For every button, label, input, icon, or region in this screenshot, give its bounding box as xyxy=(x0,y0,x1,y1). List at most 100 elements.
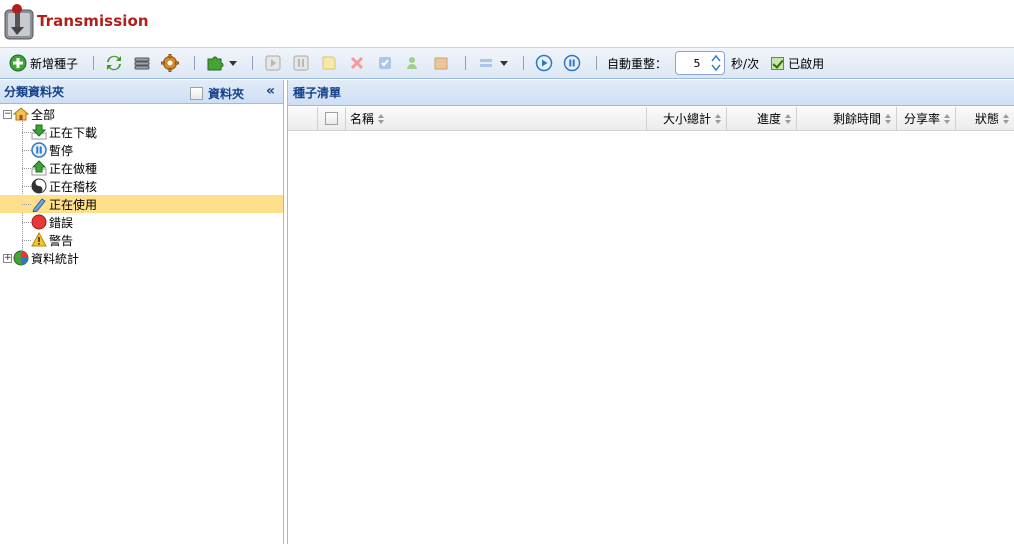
tree-item-label: 警告 xyxy=(49,233,74,248)
tree-guide-line xyxy=(22,240,31,241)
download-arrow-icon xyxy=(31,124,47,140)
warning-icon xyxy=(31,232,47,247)
add-torrent-button[interactable]: 新增種子 xyxy=(6,51,81,75)
category-panel: 分類資料夾 資料夾 « − 全部 正在下載 暫停 正在做種 正在稽核 正在使用 … xyxy=(0,80,284,544)
add-torrent-label: 新增種子 xyxy=(30,56,79,71)
reload-icon xyxy=(107,55,122,71)
recheck-icon xyxy=(379,57,392,69)
puzzle-icon xyxy=(207,56,224,71)
active-pen-icon xyxy=(32,198,46,212)
folder-toggle[interactable]: 資料夾 xyxy=(190,85,244,102)
tree-item-statistics[interactable]: + 資料統計 xyxy=(0,249,283,267)
tree-item-active[interactable]: 正在使用 xyxy=(0,195,283,213)
gear-icon xyxy=(161,54,180,72)
column-header-label: 分享率 xyxy=(903,112,940,126)
folder-checkbox[interactable] xyxy=(190,87,203,100)
column-ratio[interactable]: 分享率 xyxy=(897,107,956,131)
close-icon xyxy=(350,56,364,70)
tree-item-label: 正在下載 xyxy=(49,125,98,140)
tree-guide-line xyxy=(22,150,31,151)
refresh-interval-input[interactable] xyxy=(682,56,713,70)
column-header-label: 進度 xyxy=(756,112,781,126)
tree-item-label: 正在使用 xyxy=(49,197,98,212)
pause-all-button[interactable] xyxy=(560,51,584,75)
select-all-column xyxy=(288,107,318,131)
torrent-list-panel: 種子清單 名稱 大小總計 進度 剩餘時間 分享率 狀態 xyxy=(287,80,1014,544)
toolbar: 新增種子 自動重整： 5 秒/次 已啟用 xyxy=(0,47,1014,79)
toolbar-separator xyxy=(523,56,525,70)
collapse-panel-button[interactable]: « xyxy=(266,83,275,99)
start-all-button[interactable] xyxy=(532,51,556,75)
tree-item-label: 正在做種 xyxy=(49,161,98,176)
category-tree: − 全部 正在下載 暫停 正在做種 正在稽核 正在使用 錯誤 警告 + 資料統計 xyxy=(0,104,283,267)
plugins-dropdown-button[interactable] xyxy=(203,51,240,75)
column-header-label: 剩餘時間 xyxy=(832,112,881,126)
column-time-remaining[interactable]: 剩餘時間 xyxy=(797,107,897,131)
box-icon xyxy=(434,57,448,70)
auto-refresh-enabled-label: 已啟用 xyxy=(788,56,825,71)
tree-item-downloading[interactable]: 正在下載 xyxy=(0,123,283,141)
toolbar-separator xyxy=(596,56,598,70)
tree-item-warning[interactable]: 警告 xyxy=(0,231,283,249)
column-progress[interactable]: 進度 xyxy=(727,107,797,131)
tree-item-checking[interactable]: 正在稽核 xyxy=(0,177,283,195)
sort-icon xyxy=(1003,113,1010,125)
category-panel-title: 分類資料夾 xyxy=(4,85,65,99)
reload-button[interactable] xyxy=(102,51,126,75)
pause-icon xyxy=(31,142,47,158)
tree-item-seeding[interactable]: 正在做種 xyxy=(0,159,283,177)
pause-circle-icon xyxy=(563,54,581,72)
tree-item-all[interactable]: − 全部 xyxy=(0,105,283,123)
start-button[interactable] xyxy=(261,51,285,75)
sort-icon xyxy=(715,113,722,125)
sort-icon xyxy=(378,113,385,125)
pie-chart-icon xyxy=(13,250,29,266)
stepper-arrows-icon[interactable] xyxy=(710,53,722,73)
select-all-checkbox[interactable] xyxy=(325,112,338,125)
note-icon xyxy=(322,56,336,70)
collapse-toggle[interactable]: − xyxy=(3,109,12,119)
tree-item-label: 全部 xyxy=(31,107,56,122)
move-button[interactable] xyxy=(429,51,453,75)
refresh-unit-label: 秒/次 xyxy=(731,56,760,71)
expand-toggle[interactable]: + xyxy=(3,253,12,263)
chevron-down-icon xyxy=(500,60,509,66)
recheck-button[interactable] xyxy=(373,51,397,75)
play-icon xyxy=(265,55,281,71)
auto-refresh-checkbox[interactable] xyxy=(771,56,785,70)
column-header-label: 名稱 xyxy=(350,112,375,126)
toolbar-separator xyxy=(252,56,254,70)
tree-item-error[interactable]: 錯誤 xyxy=(0,213,283,231)
column-header-label: 大小總計 xyxy=(662,112,711,126)
column-status[interactable]: 狀態 xyxy=(956,107,1014,131)
column-size[interactable]: 大小總計 xyxy=(647,107,727,131)
toolbar-separator xyxy=(194,56,196,70)
tree-item-label: 錯誤 xyxy=(49,215,74,230)
pause-button[interactable] xyxy=(289,51,313,75)
auto-refresh-group: 自動重整： 秒/次 已啟用 xyxy=(607,51,824,75)
queue-dropdown-button[interactable] xyxy=(474,51,511,75)
tree-guide-line xyxy=(22,222,31,223)
tree-item-paused[interactable]: 暫停 xyxy=(0,141,283,159)
column-name[interactable]: 名稱 xyxy=(346,107,647,131)
app-header: Transmission xyxy=(0,0,1014,47)
reannounce-button[interactable] xyxy=(401,51,425,75)
category-panel-header: 分類資料夾 資料夾 « xyxy=(0,80,283,104)
sort-icon xyxy=(885,113,892,125)
sort-icon xyxy=(785,113,792,125)
play-circle-icon xyxy=(535,54,553,72)
check-yin-yang-icon xyxy=(31,178,47,194)
tree-guide-line xyxy=(22,132,31,133)
speed-limit-button[interactable] xyxy=(130,51,154,75)
folder-label: 資料夾 xyxy=(208,87,245,101)
refresh-interval-stepper[interactable] xyxy=(675,51,726,75)
settings-button[interactable] xyxy=(158,51,182,75)
checkbox-column[interactable] xyxy=(318,107,346,131)
upload-arrow-icon xyxy=(31,160,47,176)
home-icon xyxy=(13,107,29,121)
tree-guide-line xyxy=(22,168,31,169)
edit-button[interactable] xyxy=(317,51,341,75)
app-title: Transmission xyxy=(37,12,149,30)
transmission-logo-icon xyxy=(4,4,34,40)
remove-button[interactable] xyxy=(345,51,369,75)
